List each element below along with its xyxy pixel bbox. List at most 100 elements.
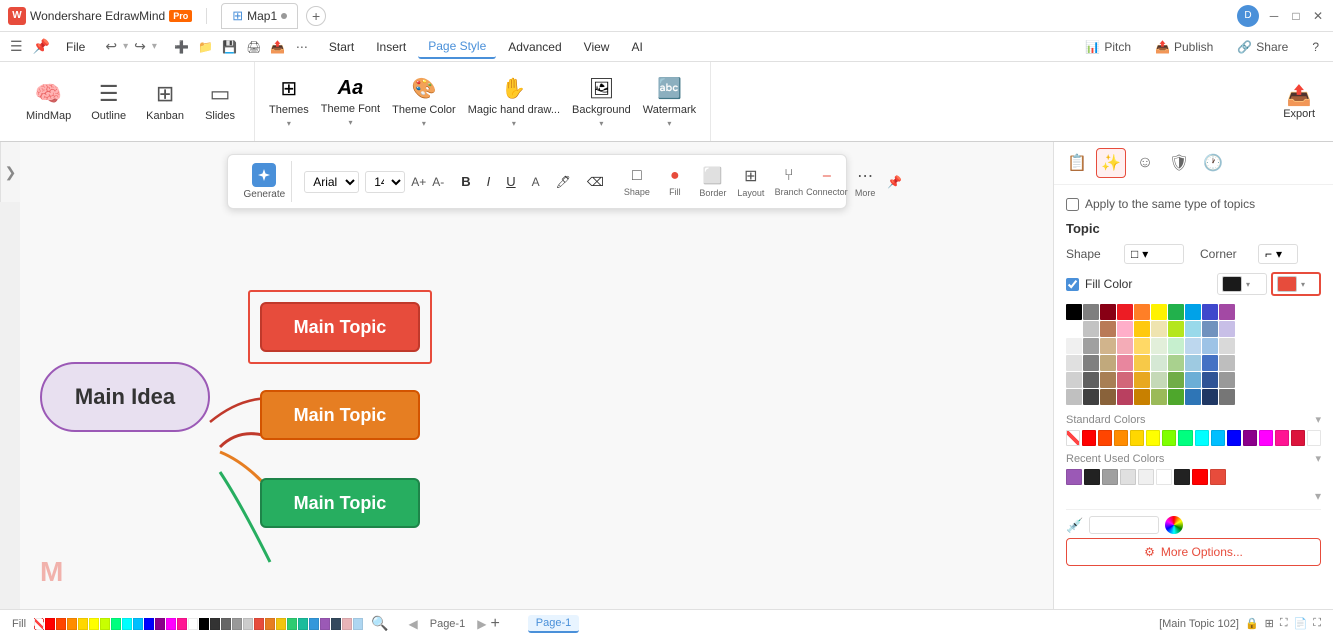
topic-3-node[interactable]: Main Topic [260, 478, 420, 528]
color-cell[interactable] [1117, 321, 1133, 337]
standard-color-cell[interactable] [1275, 430, 1289, 446]
color-cell[interactable] [1185, 321, 1201, 337]
color-cell[interactable] [1117, 355, 1133, 371]
menu-page-style[interactable]: Page Style [418, 35, 496, 59]
status-color-cell[interactable] [276, 618, 286, 630]
highlight-button[interactable]: 🖊 [551, 172, 576, 192]
generate-button[interactable]: Generate [238, 161, 293, 202]
status-color-cell[interactable] [342, 618, 352, 630]
grid-icon[interactable]: ⊞ [1265, 617, 1274, 630]
recent-color-cell[interactable] [1174, 469, 1190, 485]
color-cell[interactable] [1134, 372, 1150, 388]
fill-color-checkbox[interactable] [1066, 278, 1079, 291]
standard-color-cell[interactable] [1259, 430, 1273, 446]
page-right-arrow[interactable]: ▶ [477, 617, 486, 631]
color-cell[interactable] [1100, 338, 1116, 354]
status-color-cell[interactable] [177, 618, 187, 630]
main-idea-node[interactable]: Main Idea [40, 362, 210, 432]
pin-button[interactable]: 📌 [887, 175, 902, 189]
connector-tool[interactable]: ⎯ Connector [811, 165, 843, 199]
user-avatar[interactable]: D [1237, 5, 1259, 27]
color-cell[interactable] [1066, 321, 1082, 337]
color-cell[interactable] [1151, 355, 1167, 371]
color-cell[interactable] [1202, 338, 1218, 354]
export-icon[interactable]: 📤 [267, 36, 289, 58]
add-page-button[interactable]: + [490, 615, 499, 633]
fill-dark-dropdown[interactable]: ▾ [1217, 273, 1267, 295]
status-color-cell[interactable] [265, 618, 275, 630]
color-cell[interactable] [1185, 372, 1201, 388]
topic-2-node[interactable]: Main Topic [260, 390, 420, 440]
color-cell[interactable] [1100, 355, 1116, 371]
color-cell[interactable] [1066, 355, 1082, 371]
color-cell[interactable] [1219, 321, 1235, 337]
add-icon[interactable]: ➕ [171, 36, 193, 58]
status-zoom-in[interactable]: 🔍 [371, 615, 388, 632]
fit-icon[interactable]: ⛶ [1280, 617, 1288, 630]
standard-color-cell[interactable] [1146, 430, 1160, 446]
color-cell[interactable] [1202, 389, 1218, 405]
color-cell[interactable] [1134, 304, 1150, 320]
italic-button[interactable]: I [482, 171, 496, 192]
color-cell[interactable] [1168, 338, 1184, 354]
canvas-area[interactable]: Generate Arial 14 A+ A- B I U A 🖊 ⌫ □ Sh… [20, 142, 1053, 609]
publish-button[interactable]: 📤Publish [1147, 37, 1221, 57]
font-size-select[interactable]: 14 [365, 171, 405, 193]
color-cell[interactable] [1134, 389, 1150, 405]
panel-tab-layout[interactable]: 📋 [1062, 148, 1092, 178]
color-cell[interactable] [1083, 338, 1099, 354]
color-cell[interactable] [1100, 321, 1116, 337]
recent-colors-expand[interactable]: ▾ [1315, 452, 1321, 465]
color-cell[interactable] [1117, 372, 1133, 388]
menu-toggle[interactable]: ☰ [6, 36, 27, 57]
color-cell[interactable] [1185, 355, 1201, 371]
color-cell[interactable] [1134, 321, 1150, 337]
outline-button[interactable]: ☰ Outline [85, 77, 132, 126]
status-color-cell[interactable] [221, 618, 231, 630]
color-cell[interactable] [1202, 372, 1218, 388]
color-cell[interactable] [1083, 355, 1099, 371]
color-cell[interactable] [1151, 372, 1167, 388]
page-left-arrow[interactable]: ◀ [409, 617, 418, 631]
color-cell[interactable] [1083, 321, 1099, 337]
status-color-cell[interactable] [89, 618, 99, 630]
share-button[interactable]: 🔗Share [1229, 37, 1296, 57]
color-cell[interactable] [1185, 304, 1201, 320]
color-cell[interactable] [1134, 338, 1150, 354]
shape-tool[interactable]: □ Shape [621, 165, 653, 199]
color-cell[interactable] [1083, 304, 1099, 320]
color-cell[interactable] [1168, 304, 1184, 320]
hex-input[interactable]: #f83d2e [1089, 516, 1159, 534]
recent-color-cell[interactable] [1102, 469, 1118, 485]
color-cell[interactable] [1134, 355, 1150, 371]
color-cell[interactable] [1168, 321, 1184, 337]
color-cell[interactable] [1202, 355, 1218, 371]
expand-section[interactable]: ▾ [1066, 489, 1321, 503]
maximize-button[interactable]: □ [1289, 9, 1303, 23]
status-color-cell[interactable] [133, 618, 143, 630]
status-color-cell[interactable] [144, 618, 154, 630]
color-cell[interactable] [1151, 389, 1167, 405]
standard-color-cell[interactable] [1130, 430, 1144, 446]
theme-color-button[interactable]: 🎨 Theme Color ▾ [390, 72, 458, 132]
more-options-button[interactable]: ⚙ More Options... [1066, 538, 1321, 566]
standard-color-cell[interactable] [1307, 430, 1321, 446]
fullscreen-icon[interactable]: ⛶ [1313, 617, 1321, 630]
color-cell[interactable] [1168, 372, 1184, 388]
color-cell[interactable] [1117, 389, 1133, 405]
font-size-increase[interactable]: A+ [411, 175, 426, 189]
color-cell[interactable] [1185, 389, 1201, 405]
color-cell[interactable] [1202, 304, 1218, 320]
redo-arrow[interactable]: ▾ [150, 39, 159, 54]
color-cell[interactable] [1219, 372, 1235, 388]
panel-tab-shield[interactable]: 🛡 [1164, 148, 1194, 178]
color-cell[interactable] [1117, 304, 1133, 320]
status-color-cell[interactable] [166, 618, 176, 630]
font-size-decrease[interactable]: A- [432, 175, 444, 189]
status-color-cell[interactable] [210, 618, 220, 630]
color-cell[interactable] [1151, 304, 1167, 320]
close-button[interactable]: ✕ [1311, 9, 1325, 23]
standard-color-cell[interactable] [1291, 430, 1305, 446]
standard-color-cell[interactable] [1211, 430, 1225, 446]
menu-insert[interactable]: Insert [366, 36, 416, 58]
